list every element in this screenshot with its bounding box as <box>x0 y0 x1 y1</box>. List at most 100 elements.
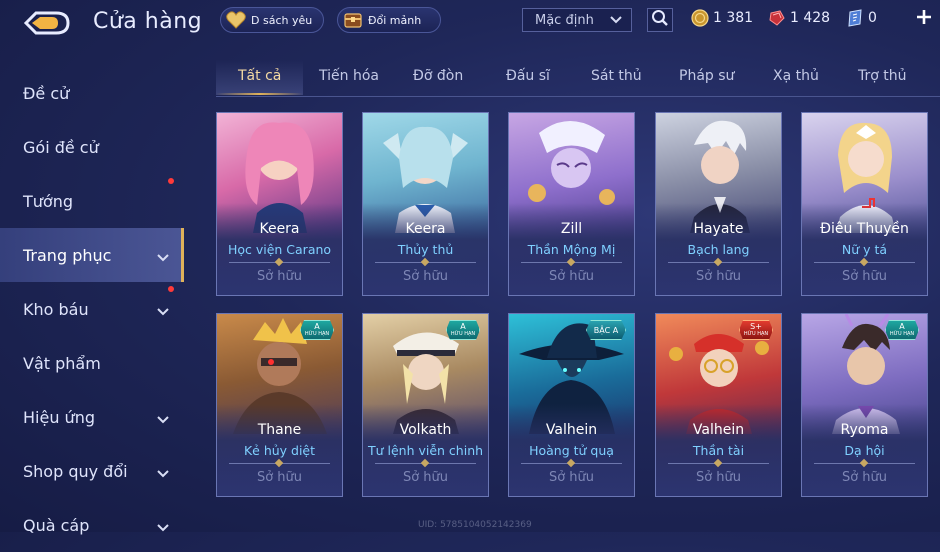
top-bar: Cửa hàng D sách yêu Đổi mảnh Mặc định 1 … <box>0 0 940 44</box>
hero-name: Valhein <box>692 422 745 438</box>
tier-badge-label: A <box>899 322 905 331</box>
tier-badge-label: A <box>460 322 466 331</box>
tier-badge-sublabel: HỮU HẠN <box>304 331 330 337</box>
chevron-down-icon <box>609 14 623 30</box>
sort-dropdown[interactable]: Mặc định <box>522 8 632 32</box>
hero-name: Keera <box>259 221 300 237</box>
favorites-button[interactable]: D sách yêu <box>220 7 324 33</box>
skin-name: Học viện Carano <box>227 242 332 257</box>
tab-tank[interactable]: Đỡ đòn <box>413 68 463 84</box>
tier-badge-label: S+ <box>750 322 762 331</box>
heart-icon <box>225 9 247 31</box>
sidebar-item-recommended[interactable]: Đề cử <box>0 66 184 120</box>
owned-status: Sở hữu <box>695 269 742 284</box>
gold-coin-icon <box>691 9 709 27</box>
hero-name: Zill <box>560 221 583 237</box>
sidebar-item-label: Vật phẩm <box>23 353 101 373</box>
skin-card[interactable]: Hayate Bạch lang Sở hữu <box>655 112 782 296</box>
ruby-balance: 1 428 <box>768 9 830 27</box>
sidebar-item-heroes[interactable]: Tướng <box>0 174 184 228</box>
voucher-icon <box>846 9 864 27</box>
plus-icon <box>916 6 932 31</box>
gold-balance: 1 381 <box>691 9 753 27</box>
tab-assassin[interactable]: Sát thủ <box>591 68 642 84</box>
sidebar-item-label: Trang phục <box>23 245 112 265</box>
back-arrow-icon[interactable] <box>22 10 74 36</box>
skin-name: Dạ hội <box>844 443 885 458</box>
sidebar-item-skins[interactable]: Trang phục <box>0 228 184 282</box>
sidebar-item-label: Đề cử <box>23 83 70 103</box>
skin-card[interactable]: A HỮU HẠN Ryoma Dạ hội Sở hữu <box>801 313 928 497</box>
sidebar-item-label: Kho báu <box>23 299 89 319</box>
owned-status: Sở hữu <box>256 470 303 485</box>
skin-name: Thủy thủ <box>397 242 454 257</box>
owned-status: Sở hữu <box>256 269 303 284</box>
tier-badge-sublabel: HỮU HẠN <box>743 331 769 337</box>
tab-evolution[interactable]: Tiến hóa <box>319 68 379 84</box>
sidebar-item-label: Gói đề cử <box>23 137 99 157</box>
sidebar-item-recommended-packs[interactable]: Gói đề cử <box>0 120 184 184</box>
tier-badge-sublabel: HỮU HẠN <box>889 331 915 337</box>
page-title: Cửa hàng <box>93 9 203 34</box>
add-currency-button[interactable] <box>916 6 932 31</box>
owned-status: Sở hữu <box>402 269 449 284</box>
skin-card[interactable]: A HỮU HẠN Volkath Tư lệnh viễn chinh Sở … <box>362 313 489 497</box>
skin-card[interactable]: Điêu Thuyền Nữ y tá Sở hữu <box>801 112 928 296</box>
tab-fighter[interactable]: Đấu sĩ <box>506 68 550 84</box>
active-tab-underline <box>216 93 303 95</box>
chevron-down-icon <box>156 248 170 267</box>
hero-name: Điêu Thuyền <box>820 221 909 237</box>
sidebar-item-gifts[interactable]: Quà cáp <box>0 498 184 552</box>
skin-card[interactable]: Keera Thủy thủ Sở hữu <box>362 112 489 296</box>
skin-card[interactable]: BẬC A Valhein Hoàng tử quạ Sở hữu <box>508 313 635 497</box>
skin-card[interactable]: Keera Học viện Carano Sở hữu <box>216 112 343 296</box>
owned-status: Sở hữu <box>841 470 888 485</box>
skin-card[interactable]: S+ HỮU HẠN Valhein Thần tài Sở hữu <box>655 313 782 497</box>
user-id-watermark: UID: 5785104052142369 <box>418 520 532 530</box>
sidebar-item-label: Tướng <box>23 191 73 211</box>
tier-badge: A HỮU HẠN <box>885 320 919 340</box>
search-button[interactable] <box>647 8 673 32</box>
hero-name: Ryoma <box>840 422 889 438</box>
owned-status: Sở hữu <box>695 470 742 485</box>
sidebar-item-items[interactable]: Vật phẩm <box>0 336 184 390</box>
hero-name: Valhein <box>545 422 598 438</box>
skin-name: Thần Mộng Mị <box>527 242 616 257</box>
owned-status: Sở hữu <box>402 470 449 485</box>
chevron-down-icon <box>156 464 170 483</box>
tab-mage[interactable]: Pháp sư <box>679 68 734 84</box>
voucher-value: 0 <box>868 10 877 26</box>
skin-name: Tư lệnh viễn chinh <box>367 443 484 458</box>
skin-name: Bạch lang <box>687 242 750 257</box>
tier-badge-label: A <box>314 322 320 331</box>
favorites-label: D sách yêu <box>251 13 313 27</box>
shard-exchange-button[interactable]: Đổi mảnh <box>337 7 441 33</box>
tier-badge-sublabel: HỮU HẠN <box>450 331 476 337</box>
chevron-down-icon <box>156 410 170 429</box>
hero-name: Hayate <box>693 221 744 237</box>
hero-name: Keera <box>405 221 446 237</box>
chevron-down-icon <box>156 302 170 321</box>
skin-card[interactable]: Zill Thần Mộng Mị Sở hữu <box>508 112 635 296</box>
tab-marksman[interactable]: Xạ thủ <box>773 68 819 84</box>
sidebar-item-treasure[interactable]: Kho báu <box>0 282 184 336</box>
skin-card[interactable]: A HỮU HẠN Thane Kẻ hủy diệt Sở hữu <box>216 313 343 497</box>
skin-name: Thần tài <box>692 443 745 458</box>
shard-chest-icon <box>342 9 364 31</box>
owned-status: Sở hữu <box>548 269 595 284</box>
tab-support[interactable]: Trợ thủ <box>858 68 907 84</box>
sidebar-item-effects[interactable]: Hiệu ứng <box>0 390 184 444</box>
ruby-icon <box>768 9 786 27</box>
tab-all[interactable]: Tất cả <box>238 68 281 84</box>
skin-name: Nữ y tá <box>841 242 888 257</box>
sidebar-item-label: Shop quy đổi <box>23 461 128 481</box>
tier-badge: A HỮU HẠN <box>300 320 334 340</box>
tier-badge: A HỮU HẠN <box>446 320 480 340</box>
sidebar-item-exchange-shop[interactable]: Shop quy đổi <box>0 444 184 498</box>
sidebar-item-label: Hiệu ứng <box>23 407 95 427</box>
tier-badge-label: BẬC A <box>593 326 619 335</box>
notification-dot <box>168 286 174 292</box>
owned-status: Sở hữu <box>548 470 595 485</box>
chevron-down-icon <box>156 518 170 537</box>
tier-badge: S+ HỮU HẠN <box>739 320 773 340</box>
